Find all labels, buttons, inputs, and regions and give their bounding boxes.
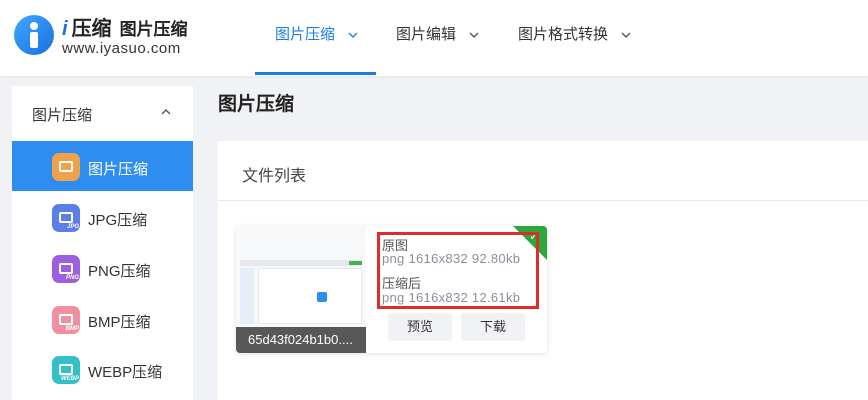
sidebar-item-label: 图片压缩 bbox=[88, 161, 149, 178]
nav-label: 图片压缩 bbox=[275, 26, 336, 43]
sidebar-item-label: PNG压缩 bbox=[88, 263, 151, 280]
annotation-highlight bbox=[377, 232, 539, 309]
sidebar: 图片压缩 图片压缩 JPG JPG压缩 PNG PNG压缩 BMP BMP压缩 … bbox=[12, 86, 193, 400]
logo-name: 压缩 bbox=[71, 18, 112, 40]
nav-image-edit[interactable]: 图片编辑 bbox=[396, 0, 480, 76]
nav-image-compress[interactable]: 图片压缩 bbox=[275, 0, 359, 76]
file-thumbnail[interactable]: 65d43f024b1b0.... bbox=[236, 226, 366, 353]
chevron-down-icon bbox=[348, 32, 358, 39]
sidebar-group-label: 图片压缩 bbox=[32, 107, 93, 124]
jpg-icon: JPG bbox=[52, 204, 80, 232]
nav-label: 图片编辑 bbox=[396, 26, 457, 43]
top-header: i 压缩 图片压缩 www.iyasuo.com 图片压缩 图片编辑 图片格式转换 bbox=[0, 0, 868, 76]
webp-icon: WEBP bbox=[52, 356, 80, 384]
logo-mark: i bbox=[62, 18, 68, 40]
panel-header: 文件列表 bbox=[218, 141, 868, 201]
logo-subtitle: 图片压缩 bbox=[119, 20, 188, 39]
sidebar-group-header[interactable]: 图片压缩 bbox=[12, 86, 193, 140]
logo-title[interactable]: i 压缩 图片压缩 bbox=[62, 12, 188, 41]
logo-icon[interactable] bbox=[14, 15, 54, 55]
page-title: 图片压缩 bbox=[218, 94, 295, 115]
nav-label: 图片格式转换 bbox=[518, 26, 609, 43]
image-compress-icon bbox=[52, 153, 80, 181]
bmp-icon: BMP bbox=[52, 306, 80, 334]
panel-title: 文件列表 bbox=[242, 168, 307, 185]
sidebar-item-label: JPG压缩 bbox=[88, 212, 148, 229]
sidebar-item-jpg[interactable]: JPG JPG压缩 bbox=[12, 192, 193, 242]
sidebar-item-label: BMP压缩 bbox=[88, 314, 151, 331]
logo-url: www.iyasuo.com bbox=[62, 40, 181, 57]
nav-format-convert[interactable]: 图片格式转换 bbox=[518, 0, 632, 76]
chevron-down-icon bbox=[621, 32, 631, 39]
file-name: 65d43f024b1b0.... bbox=[236, 327, 366, 353]
nav-active-indicator bbox=[255, 72, 376, 75]
sidebar-item-webp[interactable]: WEBP WEBP压缩 bbox=[12, 344, 193, 394]
preview-button[interactable]: 预览 bbox=[388, 313, 452, 341]
chevron-down-icon bbox=[469, 32, 479, 39]
sidebar-item-label: WEBP压缩 bbox=[88, 364, 163, 381]
png-icon: PNG bbox=[52, 255, 80, 283]
sidebar-item-bmp[interactable]: BMP BMP压缩 bbox=[12, 294, 193, 344]
sidebar-item-image-compress[interactable]: 图片压缩 bbox=[12, 141, 193, 191]
download-button[interactable]: 下载 bbox=[461, 313, 525, 341]
chevron-up-icon bbox=[161, 109, 171, 115]
sidebar-item-png[interactable]: PNG PNG压缩 bbox=[12, 243, 193, 293]
